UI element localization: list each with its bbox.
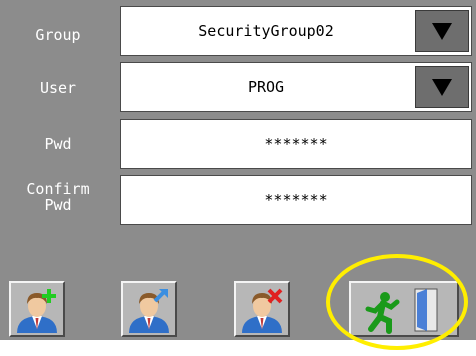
user-add-icon (17, 289, 57, 333)
user-select[interactable]: PROG (120, 62, 472, 112)
user-dropdown-button[interactable] (415, 66, 469, 108)
delete-user-button[interactable] (234, 281, 290, 337)
password-value: ******* (264, 135, 328, 153)
confirm-password-value: ******* (264, 191, 328, 209)
group-value: SecurityGroup02 (198, 22, 334, 40)
user-value: PROG (247, 78, 285, 96)
highlight-circle (326, 254, 468, 350)
password-field[interactable]: ******* (120, 119, 472, 169)
confirm-label-line2: Pwd (44, 196, 72, 214)
user-delete-icon (242, 288, 283, 333)
edit-user-button[interactable] (121, 281, 177, 337)
group-select[interactable]: SecurityGroup02 (120, 6, 472, 56)
chevron-down-icon (432, 22, 452, 40)
chevron-down-icon (432, 78, 452, 96)
user-edit-icon (129, 289, 169, 333)
user-label: User (39, 79, 77, 97)
group-label: Group (35, 26, 81, 44)
group-dropdown-button[interactable] (415, 10, 469, 52)
confirm-password-field[interactable]: ******* (120, 175, 472, 225)
pwd-label: Pwd (44, 135, 72, 153)
add-user-button[interactable] (9, 281, 65, 337)
